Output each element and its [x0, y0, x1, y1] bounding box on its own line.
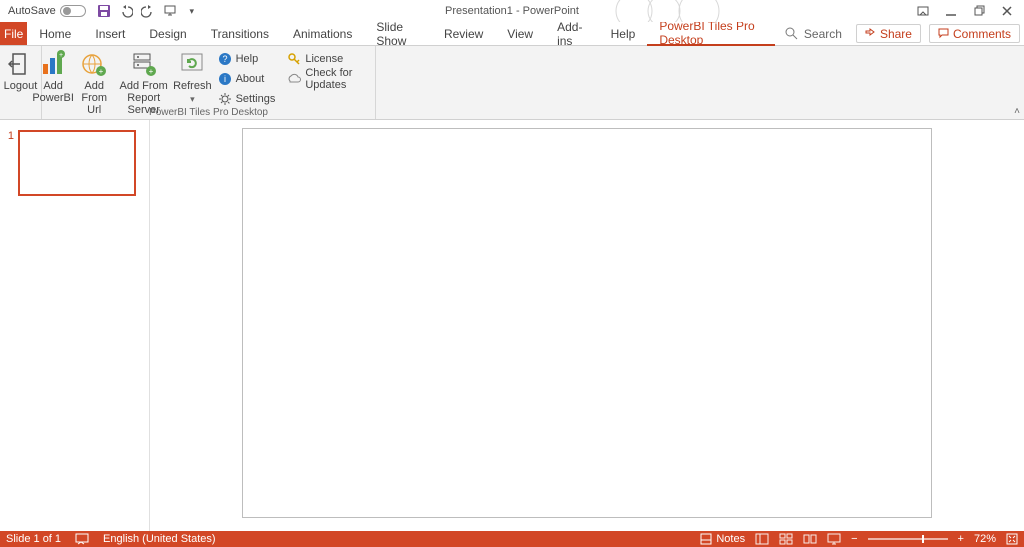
window-close-icon[interactable] [1000, 4, 1014, 18]
save-icon[interactable] [96, 3, 112, 19]
comments-label: Comments [953, 27, 1011, 41]
share-button[interactable]: Share [856, 24, 921, 43]
server-plus-icon: + [130, 50, 158, 78]
share-icon [865, 28, 876, 39]
svg-text:+: + [99, 67, 104, 76]
chevron-down-icon: ▾ [190, 94, 195, 105]
tab-review[interactable]: Review [432, 22, 495, 45]
key-icon [287, 52, 301, 66]
add-from-url-button[interactable]: + Add From Url [74, 48, 114, 116]
check-updates-button[interactable]: Check for Updates [287, 70, 379, 88]
svg-text:i: i [224, 74, 226, 84]
slide-canvas[interactable] [242, 128, 932, 518]
tab-view[interactable]: View [495, 22, 545, 45]
about-label: About [236, 73, 265, 85]
tell-me-search[interactable]: Search [775, 22, 852, 45]
tab-home[interactable]: Home [27, 22, 83, 45]
zoom-slider-thumb[interactable] [922, 535, 924, 543]
gear-icon [218, 92, 232, 106]
zoom-out-icon[interactable]: − [851, 533, 857, 545]
globe-plus-icon: + [80, 50, 108, 78]
notes-icon [700, 533, 712, 545]
tab-design[interactable]: Design [137, 22, 198, 45]
autosave-toggle[interactable]: AutoSave [8, 5, 86, 17]
slideshow-view-icon[interactable] [827, 533, 841, 545]
zoom-percent[interactable]: 72% [974, 533, 996, 545]
qat-more-icon[interactable]: ▾ [184, 3, 200, 19]
undo-icon[interactable] [118, 3, 134, 19]
tab-animations[interactable]: Animations [281, 22, 364, 45]
share-label: Share [880, 27, 912, 41]
tab-transitions[interactable]: Transitions [199, 22, 281, 45]
workspace: 1 [0, 120, 1024, 531]
help-button[interactable]: ? Help [218, 50, 276, 68]
svg-text:+: + [59, 52, 63, 59]
ribbon: Logout + Add PowerBI [0, 46, 1024, 120]
slide-sorter-view-icon[interactable] [779, 533, 793, 545]
add-from-report-server-button[interactable]: + Add From Report Server [114, 48, 173, 116]
autosave-label: AutoSave [8, 5, 56, 17]
reading-view-icon[interactable] [803, 533, 817, 545]
language-status[interactable]: English (United States) [103, 533, 216, 545]
status-bar: Slide 1 of 1 English (United States) Not… [0, 531, 1024, 547]
add-powerbi-label: Add PowerBI [32, 80, 74, 104]
svg-text:+: + [148, 67, 153, 76]
bar-chart-icon: + [39, 50, 67, 78]
fit-to-window-icon[interactable] [1006, 533, 1018, 545]
title-bar: AutoSave ▾ Presentation1 - PowerPoint [0, 0, 1024, 22]
comments-button[interactable]: Comments [929, 24, 1020, 43]
ribbon-tabs: File Home Insert Design Transitions Anim… [0, 22, 1024, 46]
tab-file[interactable]: File [0, 22, 27, 45]
settings-button[interactable]: Settings [218, 90, 276, 108]
slide-thumbnail-1[interactable] [18, 130, 136, 196]
notes-toggle[interactable]: Notes [700, 533, 745, 545]
license-label: License [305, 53, 343, 65]
help-label: Help [236, 53, 259, 65]
slide-thumbnail-pane: 1 [0, 120, 150, 531]
comments-icon [938, 28, 949, 39]
check-updates-label: Check for Updates [305, 67, 379, 91]
window-restore-icon[interactable] [972, 4, 986, 18]
settings-label: Settings [236, 93, 276, 105]
slide-number: 1 [4, 130, 14, 142]
quick-access-toolbar: ▾ [96, 3, 200, 19]
window-minimize-icon[interactable] [944, 4, 958, 18]
info-icon: i [218, 72, 232, 86]
tab-help[interactable]: Help [599, 22, 648, 45]
tab-add-ins[interactable]: Add-ins [545, 22, 599, 45]
normal-view-icon[interactable] [755, 533, 769, 545]
add-powerbi-button[interactable]: + Add PowerBI [32, 48, 74, 104]
tab-powerbi-tiles[interactable]: PowerBI Tiles Pro Desktop [647, 22, 775, 46]
zoom-in-icon[interactable]: + [958, 533, 964, 545]
slide-canvas-area [150, 120, 1024, 531]
spellcheck-icon[interactable] [75, 533, 89, 545]
autosave-knob [63, 7, 71, 15]
tab-insert[interactable]: Insert [83, 22, 137, 45]
search-placeholder: Search [804, 27, 842, 41]
license-button[interactable]: License [287, 50, 379, 68]
refresh-button[interactable]: Refresh ▾ [173, 48, 212, 105]
slide-counter[interactable]: Slide 1 of 1 [6, 533, 61, 545]
autosave-switch[interactable] [60, 5, 86, 17]
redo-icon[interactable] [140, 3, 156, 19]
refresh-icon [178, 50, 206, 78]
notes-label: Notes [716, 533, 745, 545]
decorative-swirl [604, 0, 764, 22]
cloud-refresh-icon [287, 72, 301, 86]
svg-text:?: ? [222, 54, 227, 64]
about-button[interactable]: i About [218, 70, 276, 88]
logout-icon [7, 50, 35, 78]
tab-slide-show[interactable]: Slide Show [364, 22, 432, 45]
search-icon [785, 27, 798, 40]
help-icon: ? [218, 52, 232, 66]
ribbon-group-label: PowerBI Tiles Pro Desktop [42, 107, 375, 118]
start-from-beginning-icon[interactable] [162, 3, 178, 19]
ribbon-display-options-icon[interactable] [916, 4, 930, 18]
refresh-label: Refresh [173, 80, 212, 92]
collapse-ribbon-icon[interactable]: ˄ [1014, 106, 1020, 117]
zoom-slider[interactable] [868, 538, 948, 540]
